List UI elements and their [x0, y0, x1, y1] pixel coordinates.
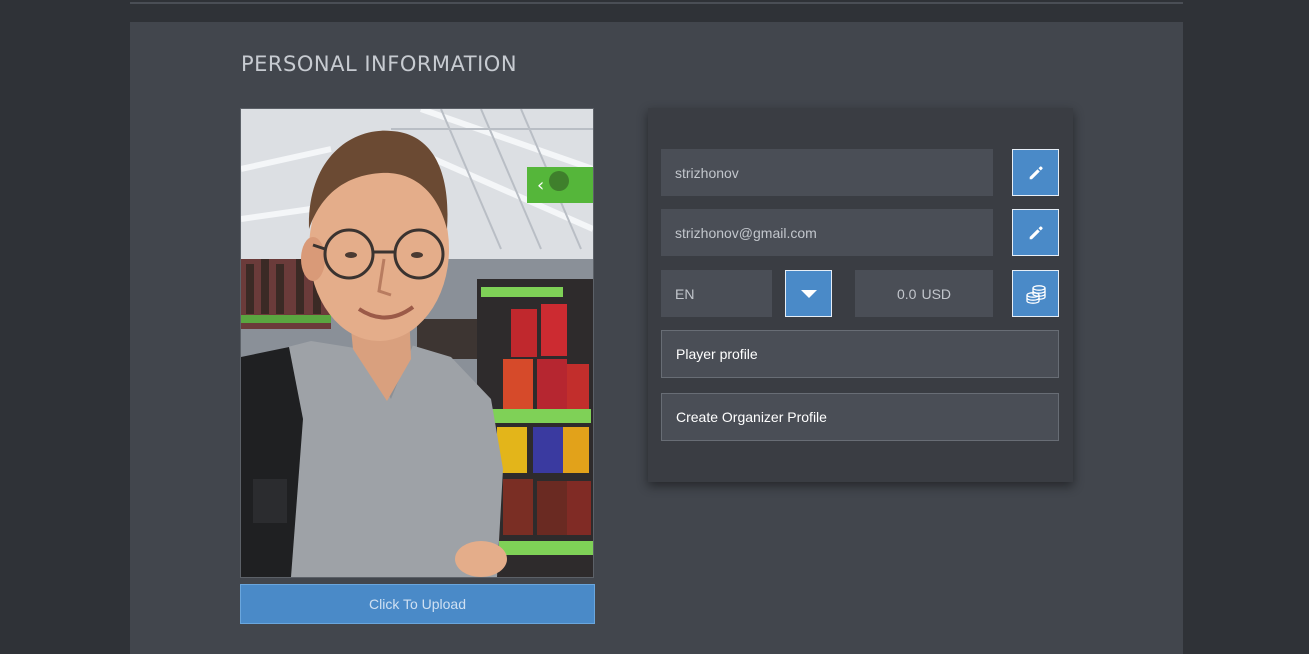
personal-info-panel: PERSONAL INFORMATION ‹ Click To Upload s…	[130, 22, 1183, 654]
username-field[interactable]: strizhonov	[661, 149, 993, 196]
pencil-icon	[1029, 225, 1043, 239]
profile-photo-image: ‹	[241, 109, 593, 577]
edit-email-button[interactable]	[1012, 209, 1059, 256]
svg-text:‹: ‹	[537, 175, 544, 196]
pencil-icon	[1029, 165, 1043, 179]
upload-photo-button[interactable]: Click To Upload	[240, 584, 595, 624]
player-profile-button[interactable]: Player profile	[661, 330, 1059, 378]
top-divider	[130, 2, 1183, 4]
account-card: strizhonov strizhonov@gmail.com EN 0.0 U…	[648, 108, 1073, 482]
balance-amount: 0.0	[896, 285, 917, 302]
section-title: PERSONAL INFORMATION	[241, 52, 518, 76]
language-dropdown-button[interactable]	[785, 270, 832, 317]
edit-username-button[interactable]	[1012, 149, 1059, 196]
language-select[interactable]: EN	[661, 270, 772, 317]
page: PERSONAL INFORMATION ‹ Click To Upload s…	[0, 0, 1309, 654]
caret-down-icon	[800, 289, 817, 298]
email-field[interactable]: strizhonov@gmail.com	[661, 209, 993, 256]
balance-display: 0.0 USD	[855, 270, 993, 317]
balance-button[interactable]	[1012, 270, 1059, 317]
coins-icon	[1025, 284, 1046, 304]
profile-photo: ‹	[240, 108, 594, 578]
create-organizer-profile-button[interactable]: Create Organizer Profile	[661, 393, 1059, 441]
balance-currency: USD	[921, 285, 952, 302]
